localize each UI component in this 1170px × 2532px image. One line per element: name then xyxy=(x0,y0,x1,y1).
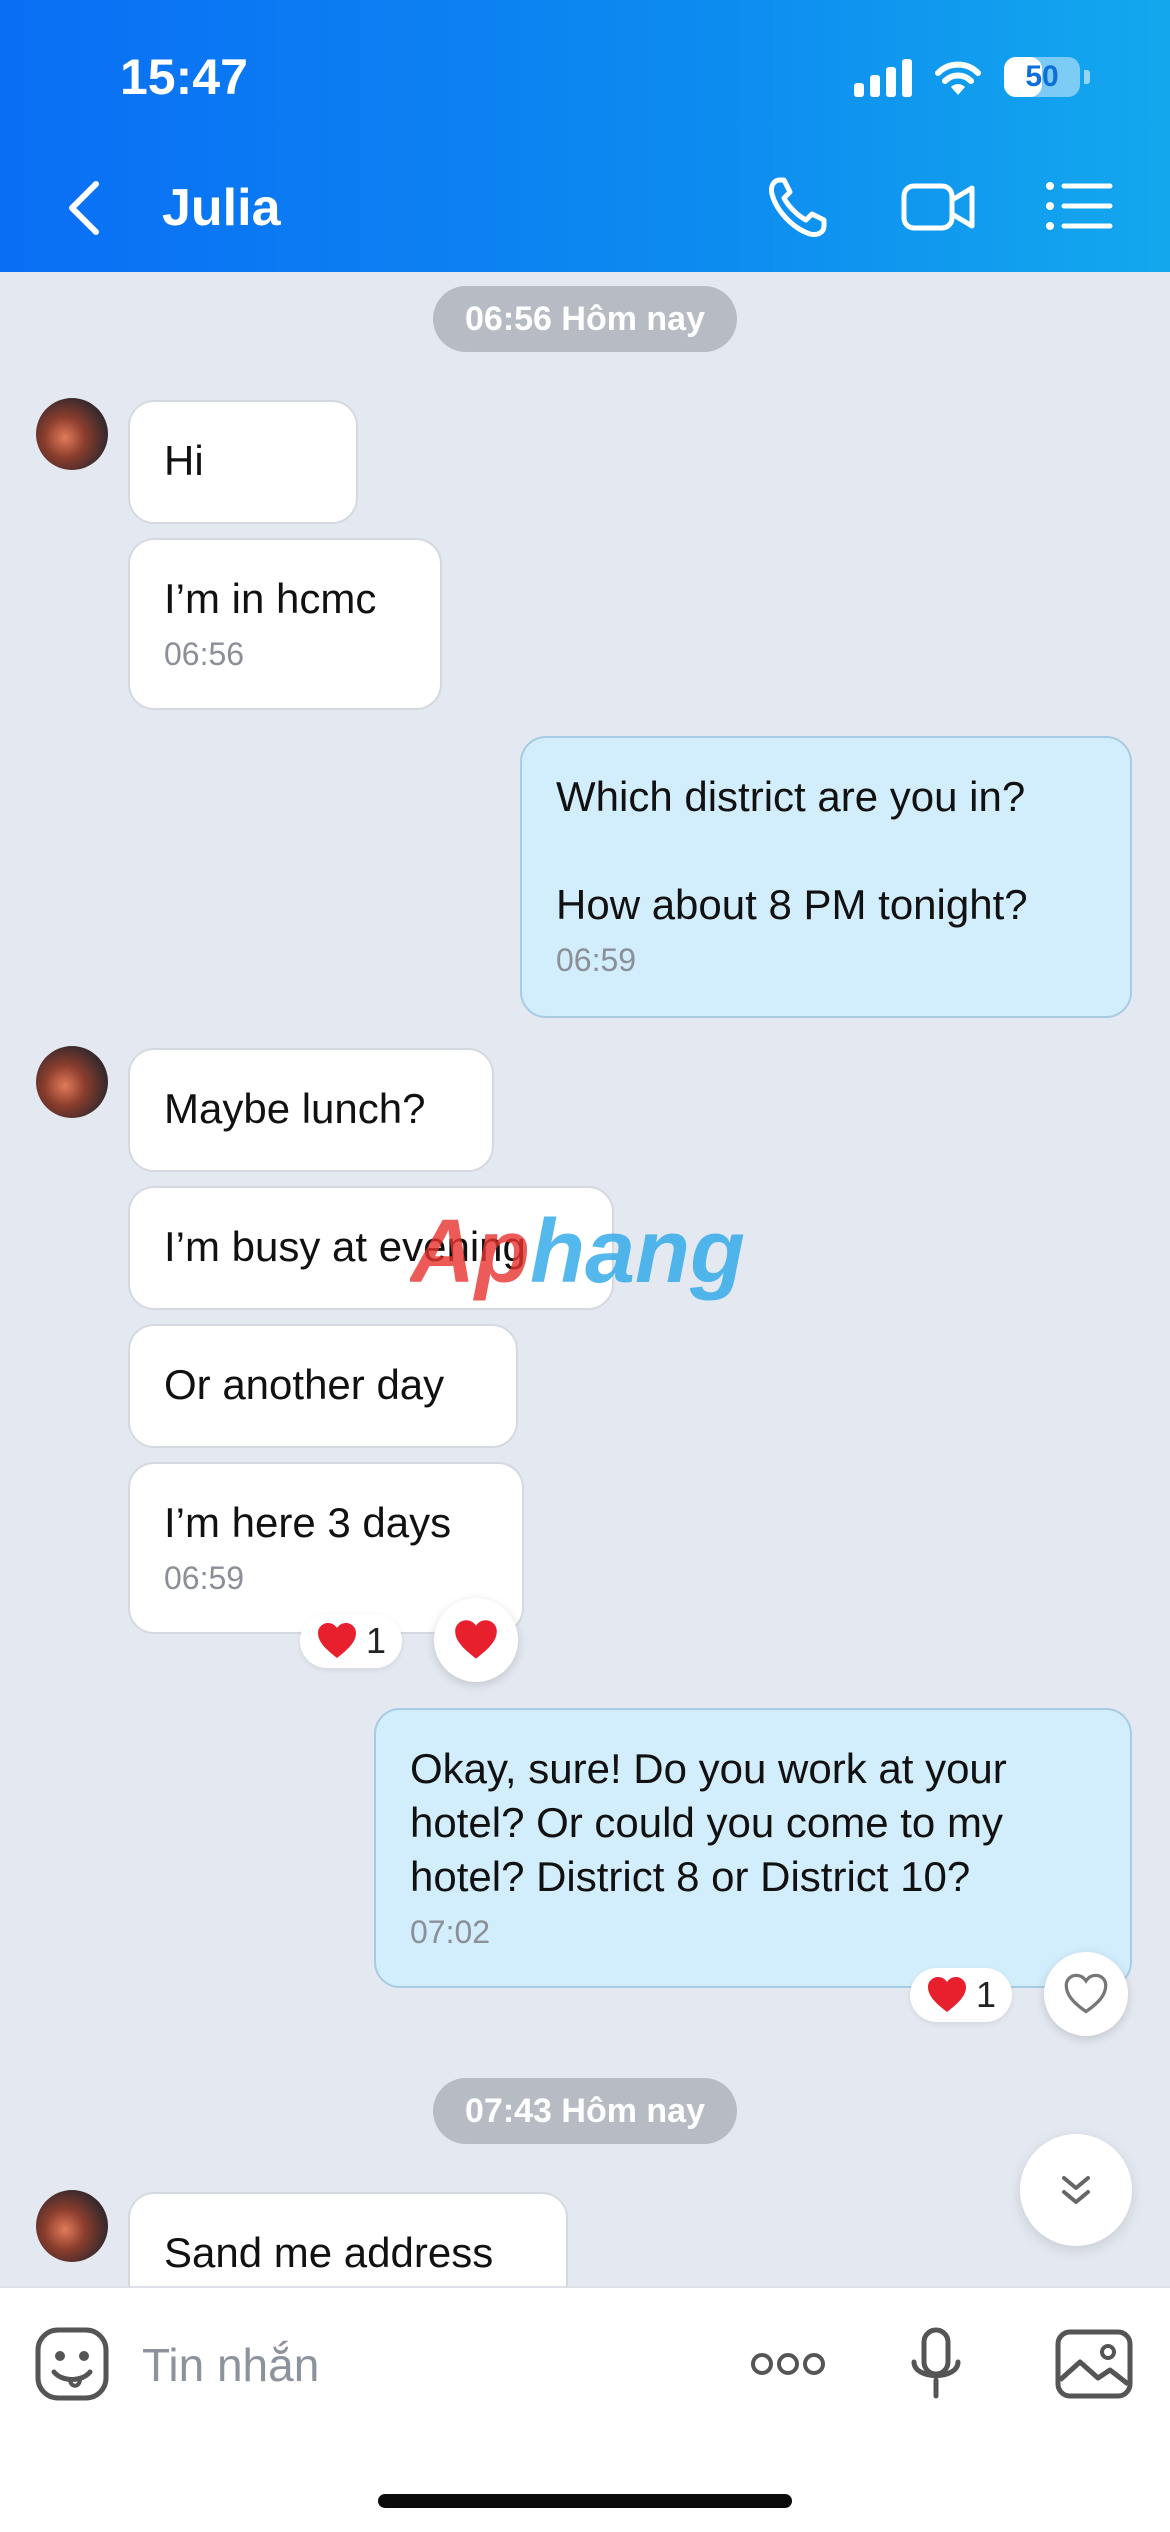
contact-name[interactable]: Julia xyxy=(162,178,281,238)
message-text: I’m here 3 days xyxy=(164,1499,452,1546)
reaction-summary[interactable]: 1 xyxy=(910,1968,1013,2022)
message-timestamp: 06:59 xyxy=(164,1560,245,1596)
avatar[interactable] xyxy=(36,2190,108,2262)
list-menu-icon[interactable] xyxy=(1040,172,1116,242)
image-gallery-icon[interactable] xyxy=(1054,2324,1134,2404)
avatar[interactable] xyxy=(36,398,108,470)
time-separator: 07:43 Hôm nay xyxy=(433,2078,737,2144)
react-heart-button[interactable] xyxy=(434,1598,518,1682)
message-text: Or another day xyxy=(164,1361,445,1408)
message-text: Which district are you in? How about 8 P… xyxy=(556,773,1028,928)
heart-icon xyxy=(928,1977,966,2012)
message-text: Maybe lunch? xyxy=(164,1085,426,1132)
cellular-signal-icon xyxy=(854,57,912,97)
heart-outline-icon xyxy=(1064,1973,1108,2014)
battery-percent: 50 xyxy=(1025,60,1059,93)
message-text: I’m busy at evening xyxy=(164,1223,526,1270)
avatar[interactable] xyxy=(36,1046,108,1118)
message-timestamp: 06:59 xyxy=(556,942,637,978)
double-chevron-down-icon xyxy=(1062,2176,1090,2204)
chat-header: 15:47 50 Julia xyxy=(0,0,1170,272)
microphone-icon[interactable] xyxy=(896,2324,976,2404)
message-text: Sand me address xyxy=(164,2229,494,2276)
sticker-icon[interactable] xyxy=(32,2324,112,2404)
video-call-icon[interactable] xyxy=(900,172,976,242)
battery-icon: 50 xyxy=(1004,57,1080,97)
outgoing-message[interactable]: Okay, sure! Do you work at your hotel? O… xyxy=(374,1708,1132,1988)
incoming-message[interactable]: I’m in hcmc 06:56 xyxy=(128,538,442,710)
status-time: 15:47 xyxy=(120,49,248,105)
scroll-to-bottom-button[interactable] xyxy=(1020,2134,1132,2246)
incoming-message[interactable]: I’m busy at evening xyxy=(128,1186,614,1310)
incoming-message[interactable]: Sand me address xyxy=(128,2192,568,2286)
message-text: I’m in hcmc xyxy=(164,575,377,622)
message-text: Okay, sure! Do you work at your hotel? O… xyxy=(410,1745,1019,1900)
wifi-icon xyxy=(935,61,981,95)
phone-icon[interactable] xyxy=(762,172,838,242)
reaction-summary[interactable]: 1 xyxy=(300,1614,403,1668)
message-timestamp: 06:56 xyxy=(164,636,245,672)
more-options-icon[interactable] xyxy=(748,2324,828,2404)
reaction-count: 1 xyxy=(976,1974,997,2015)
react-button[interactable] xyxy=(1044,1952,1128,2036)
reaction-count: 1 xyxy=(366,1620,387,1661)
heart-icon xyxy=(455,1620,497,1659)
incoming-message[interactable]: Hi xyxy=(128,400,358,524)
message-timestamp: 07:02 xyxy=(410,1914,491,1950)
incoming-message[interactable]: Maybe lunch? xyxy=(128,1048,494,1172)
outgoing-message[interactable]: Which district are you in? How about 8 P… xyxy=(520,736,1132,1018)
message-input[interactable] xyxy=(142,2330,702,2400)
home-indicator xyxy=(378,2494,792,2508)
chat-thread[interactable]: 06:56 Hôm nay Hi I’m in hcmc 06:56 Which… xyxy=(0,272,1170,2286)
incoming-message[interactable]: Or another day xyxy=(128,1324,518,1448)
message-text: Hi xyxy=(164,437,204,484)
heart-icon xyxy=(318,1623,356,1658)
battery-tip xyxy=(1084,70,1090,84)
status-icons: 50 xyxy=(854,52,1090,102)
message-input-bar xyxy=(0,2286,1170,2532)
back-chevron-icon[interactable] xyxy=(60,176,110,240)
time-separator: 06:56 Hôm nay xyxy=(433,286,737,352)
